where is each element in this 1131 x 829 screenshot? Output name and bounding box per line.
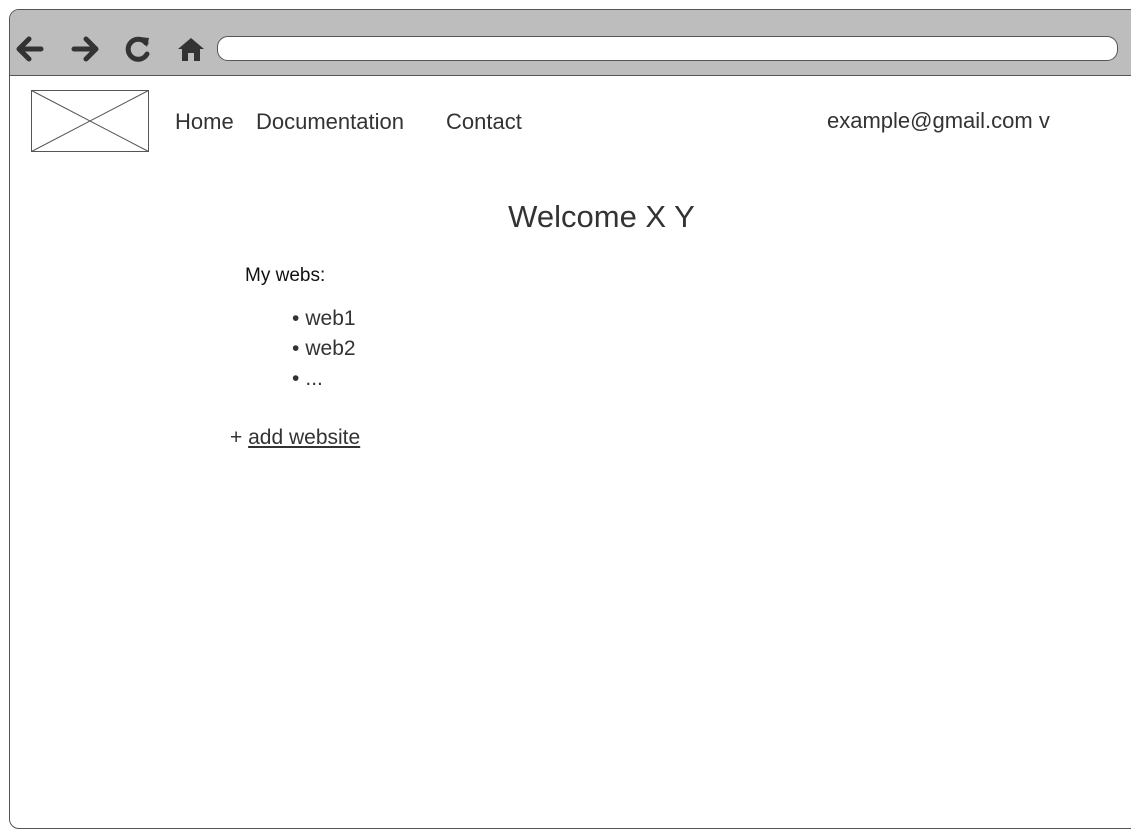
- list-item: •...: [292, 364, 356, 394]
- nav-home-link[interactable]: Home: [175, 109, 234, 135]
- browser-toolbar: [10, 10, 1131, 76]
- address-bar[interactable]: [217, 36, 1118, 61]
- reload-icon: [125, 36, 150, 62]
- page-title: Welcome X Y: [508, 199, 695, 234]
- reload-button[interactable]: [121, 32, 155, 66]
- home-button[interactable]: [174, 32, 208, 66]
- account-menu[interactable]: example@gmail.com v: [827, 108, 1050, 134]
- home-icon: [178, 38, 204, 61]
- webs-list: • web1 • web2 •...: [292, 304, 356, 394]
- plus-icon: +: [230, 426, 243, 449]
- nav-documentation-link[interactable]: Documentation: [256, 109, 404, 135]
- ellipsis-item: ...: [305, 367, 323, 390]
- list-item[interactable]: • web2: [292, 334, 356, 364]
- back-button[interactable]: [12, 32, 46, 66]
- bullet-icon: •: [292, 337, 300, 360]
- logo-placeholder: [31, 90, 149, 157]
- bullet-icon: •: [292, 367, 300, 390]
- arrow-left-icon: [16, 36, 44, 62]
- forward-button[interactable]: [69, 32, 103, 66]
- nav-contact-link[interactable]: Contact: [446, 109, 522, 135]
- image-placeholder-icon: [31, 90, 149, 152]
- browser-window: Home Documentation Contact example@gmail…: [9, 9, 1131, 829]
- arrow-right-icon: [71, 36, 99, 62]
- list-item[interactable]: • web1: [292, 304, 356, 334]
- web-link[interactable]: web1: [305, 307, 355, 330]
- add-website-link[interactable]: add website: [248, 426, 360, 449]
- bullet-icon: •: [292, 307, 300, 330]
- web-link[interactable]: web2: [305, 337, 355, 360]
- webs-label: My webs:: [245, 265, 326, 286]
- add-website-row: + add website: [230, 426, 360, 450]
